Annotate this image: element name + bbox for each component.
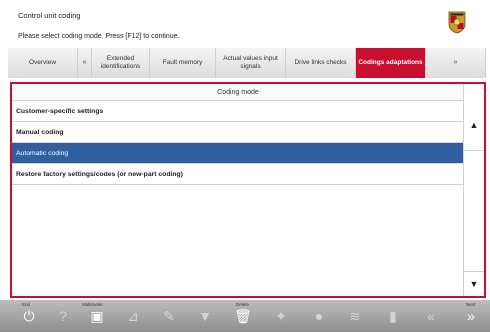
list-header: Coding mode [12,84,464,101]
porsche-crest-icon [448,11,466,34]
tab-bar: Overview « Extended identifications Faul… [8,48,486,78]
instruction-text: Please select coding mode. Press [F12] t… [18,33,180,40]
trash-icon: 🗑 [234,307,252,324]
filter-icon: ▼ [198,308,212,324]
delete-button[interactable]: 🗑 [230,303,256,329]
multimeter-icon: ▣ [90,307,104,324]
pen-button[interactable]: ✎ [156,303,182,329]
tab-fault-memory[interactable]: Fault memory [150,48,216,78]
function-key-toolbar: End Multimeter Delete Next ⏻ ? ▣ ⊿ ✎ ▼ 🗑… [0,300,490,332]
info-button[interactable]: ● [306,303,332,329]
tab-codings-adaptations[interactable]: Codings adaptations [356,48,426,78]
header: Control unit coding Please select coding… [0,0,490,46]
list-item-customer-specific[interactable]: Customer-specific settings [12,101,464,122]
pen-icon: ✎ [163,307,175,324]
tab-overview[interactable]: Overview [8,48,78,78]
list-item-automatic-coding[interactable]: Automatic coding [12,143,464,164]
power-icon: ⏻ [23,307,35,324]
signal-icon: ≋ [349,307,361,324]
multimeter-button[interactable]: ▣ [84,303,110,329]
scroll-down-arrow-icon[interactable]: ▼ [464,271,484,296]
filter-button[interactable]: ▼ [192,303,218,329]
tab-drive-links[interactable]: Drive links checks [286,48,356,78]
scroll-up-arrow-icon[interactable]: ▲ [464,100,484,151]
wrench-button[interactable]: ✦ [268,303,294,329]
double-right-icon: » [467,308,475,324]
tab-extended-identifications[interactable]: Extended identifications [92,48,150,78]
next-button[interactable]: » [458,303,484,329]
battery-button[interactable]: ▮ [380,303,406,329]
help-button[interactable]: ? [50,303,76,329]
chart-button[interactable]: ⊿ [120,303,146,329]
list-item-manual-coding[interactable]: Manual coding [12,122,464,143]
battery-icon: ▮ [389,307,397,324]
info-icon: ● [314,308,324,324]
scrollbar[interactable]: ▲ ▼ [463,84,484,296]
help-icon: ? [59,308,67,324]
back-button[interactable]: « [418,303,444,329]
tab-scroll-right[interactable]: » [426,48,486,78]
coding-mode-panel: Coding mode Customer-specific settings M… [10,82,486,298]
list-item-restore-factory[interactable]: Restore factory settings/codes (or new-p… [12,164,464,185]
double-left-icon: « [427,308,435,324]
wrench-icon: ✦ [275,307,287,324]
tab-scroll-left[interactable]: « [78,48,92,78]
end-button[interactable]: ⏻ [16,303,42,329]
signal-button[interactable]: ≋ [342,303,368,329]
page-title: Control unit coding [18,11,81,20]
coding-mode-list: Coding mode Customer-specific settings M… [12,84,464,296]
tab-actual-values[interactable]: Actual values input signals [216,48,286,78]
chart-icon: ⊿ [127,307,139,324]
